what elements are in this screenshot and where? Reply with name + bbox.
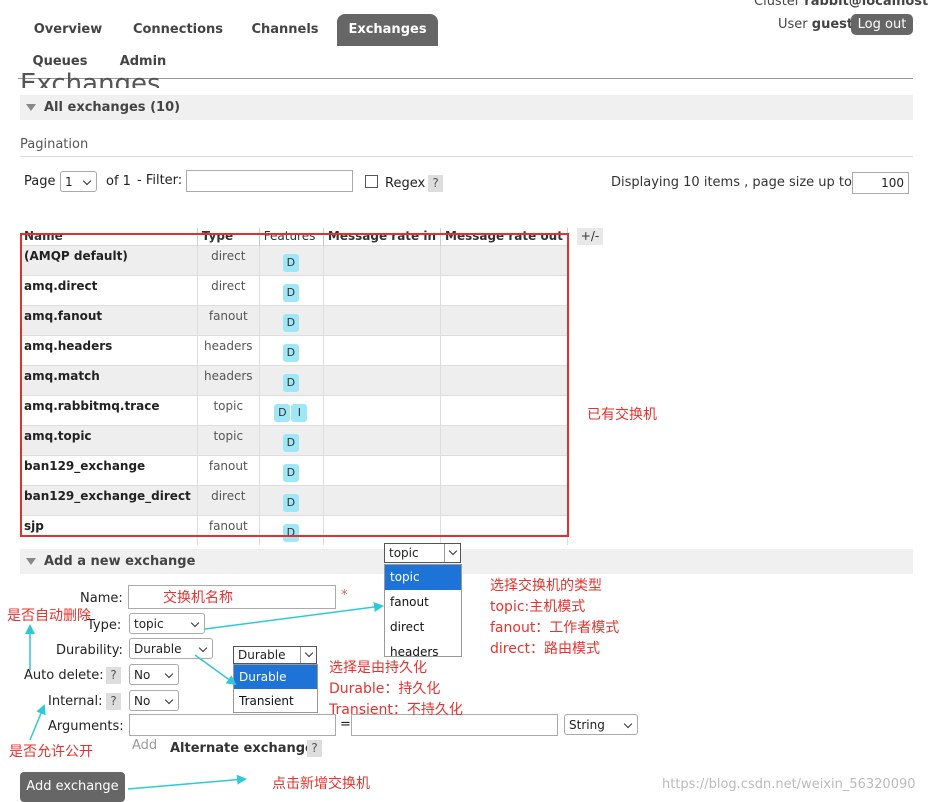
- annotation-arrows: [25, 602, 384, 790]
- arrow-durability-icon: [194, 654, 237, 686]
- arrow-internal-icon: [29, 704, 46, 741]
- arrow-type-icon: [204, 602, 384, 630]
- arrow-add-button-icon: [127, 774, 247, 790]
- watermark: https://blog.csdn.net/weixin_56320090: [662, 777, 916, 792]
